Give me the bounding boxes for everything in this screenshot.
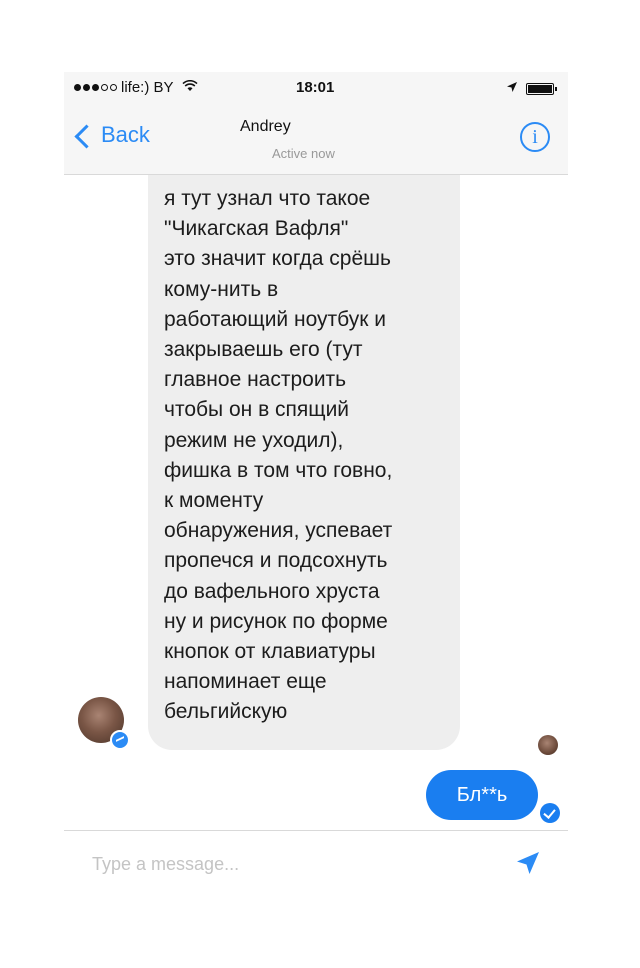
send-button[interactable] bbox=[514, 849, 542, 877]
signal-dot bbox=[101, 84, 108, 91]
location-arrow-icon bbox=[506, 81, 518, 96]
contact-status: Active now bbox=[272, 146, 335, 161]
message-thread[interactable]: я тут узнал что такое "Чикагская Вафля" … bbox=[64, 175, 568, 825]
outgoing-message-text: Бл**ь bbox=[456, 783, 508, 806]
send-arrow-icon bbox=[517, 852, 539, 874]
signal-dot bbox=[74, 84, 81, 91]
conversation-header: Back Andrey Active now i bbox=[64, 104, 568, 175]
status-bar: life:) BY 18:01 bbox=[64, 72, 568, 104]
info-button[interactable]: i bbox=[520, 122, 550, 152]
wifi-icon bbox=[181, 79, 198, 95]
signal-strength-icon bbox=[74, 84, 117, 91]
signal-dot bbox=[110, 84, 117, 91]
seen-indicator-avatar bbox=[538, 735, 558, 755]
status-right bbox=[506, 81, 557, 96]
delivered-check-icon bbox=[540, 803, 560, 823]
outgoing-message-bubble[interactable]: Бл**ь bbox=[426, 770, 538, 820]
battery-icon bbox=[526, 82, 557, 95]
incoming-message-text: я тут узнал что такое "Чикагская Вафля" … bbox=[164, 187, 393, 724]
incoming-message-bubble[interactable]: я тут узнал что такое "Чикагская Вафля" … bbox=[148, 175, 460, 750]
info-icon: i bbox=[532, 125, 538, 148]
battery-level bbox=[528, 84, 552, 93]
back-label: Back bbox=[101, 122, 150, 147]
status-time: 18:01 bbox=[296, 79, 335, 96]
messenger-badge-icon bbox=[110, 730, 130, 750]
contact-name[interactable]: Andrey bbox=[240, 118, 291, 136]
back-button[interactable]: Back bbox=[74, 122, 150, 149]
signal-dot bbox=[83, 84, 90, 91]
status-left: life:) BY bbox=[74, 79, 198, 96]
chevron-left-icon bbox=[74, 123, 99, 149]
message-input[interactable] bbox=[90, 849, 474, 879]
signal-dot bbox=[92, 84, 99, 91]
carrier-name: life:) BY bbox=[121, 79, 174, 96]
message-composer bbox=[64, 830, 568, 891]
